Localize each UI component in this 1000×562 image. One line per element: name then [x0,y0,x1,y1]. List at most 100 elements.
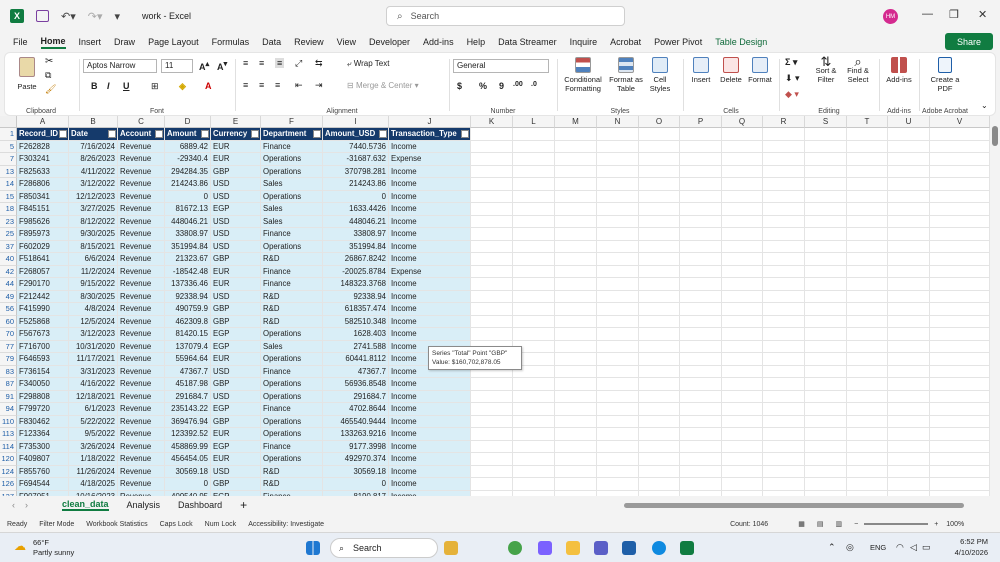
empty-cell[interactable] [847,153,888,166]
table-cell[interactable]: 92338.94 [165,290,211,303]
empty-cell[interactable] [847,140,888,153]
header-cell[interactable]: Amount_USD [323,128,389,141]
header-cell[interactable]: Currency [211,128,261,141]
empty-cell[interactable] [513,440,555,453]
empty-cell[interactable] [847,265,888,278]
header-cell[interactable]: Department [261,128,323,141]
table-cell[interactable]: 448046.21 [165,215,211,228]
empty-cell[interactable] [555,315,597,328]
header-cell[interactable]: Amount [165,128,211,141]
save-icon[interactable] [36,10,49,22]
empty-cell[interactable] [805,153,847,166]
conditional-formatting-button[interactable]: Conditional Formatting [561,57,605,93]
empty-cell[interactable] [513,153,555,166]
empty-cell[interactable] [680,165,722,178]
table-cell[interactable]: 4/18/2025 [69,478,118,491]
empty-cell[interactable] [888,453,930,466]
empty-cell[interactable] [930,215,990,228]
row-header[interactable]: 77 [0,340,17,353]
empty-cell[interactable] [763,478,805,491]
empty-cell[interactable] [847,215,888,228]
empty-cell[interactable] [597,453,639,466]
empty-cell[interactable] [805,415,847,428]
decrease-font-icon[interactable]: A▾ [217,59,227,72]
decrease-indent-icon[interactable]: ⇤ [295,80,303,91]
row-header[interactable]: 14 [0,178,17,191]
empty-cell[interactable] [763,465,805,478]
tab-review[interactable]: Review [294,37,324,47]
table-cell[interactable]: Income [389,253,471,266]
table-cell[interactable]: GBP [211,303,261,316]
table-cell[interactable]: Revenue [118,153,165,166]
table-cell[interactable]: Revenue [118,228,165,241]
format-cells-button[interactable]: Format [745,57,775,84]
table-cell[interactable]: Operations [261,328,323,341]
table-cell[interactable]: Income [389,415,471,428]
empty-cell[interactable] [888,328,930,341]
empty-cell[interactable] [722,390,763,403]
table-cell[interactable]: EUR [211,453,261,466]
table-cell[interactable]: GBP [211,478,261,491]
table-cell[interactable]: F262828 [17,140,69,153]
empty-cell[interactable] [680,253,722,266]
row-header[interactable]: 120 [0,453,17,466]
widgets-icon[interactable] [444,541,458,555]
empty-cell[interactable] [722,178,763,191]
empty-cell[interactable] [513,228,555,241]
empty-cell[interactable] [722,228,763,241]
table-cell[interactable]: 47367.7 [165,365,211,378]
clock-time[interactable]: 6:52 PM [948,537,988,546]
insert-cells-button[interactable]: Insert [687,57,715,84]
empty-cell[interactable] [722,215,763,228]
empty-cell[interactable] [597,478,639,491]
chrome-icon[interactable] [508,541,522,555]
empty-cell[interactable] [597,403,639,416]
empty-cell[interactable] [555,390,597,403]
table-cell[interactable]: 9177.3998 [323,440,389,453]
table-cell[interactable]: Revenue [118,203,165,216]
empty-cell[interactable] [639,465,680,478]
empty-cell[interactable] [722,353,763,366]
empty-cell[interactable] [639,140,680,153]
empty-cell[interactable] [471,203,513,216]
col-header[interactable]: A [17,116,69,128]
col-header[interactable]: D [165,116,211,128]
table-cell[interactable]: Revenue [118,278,165,291]
empty-cell[interactable] [597,465,639,478]
prev-sheet-icon[interactable]: ‹ [12,500,15,510]
row-header[interactable]: 44 [0,278,17,291]
table-cell[interactable]: Income [389,240,471,253]
table-cell[interactable]: 4/8/2024 [69,303,118,316]
row-header[interactable]: 70 [0,328,17,341]
col-header[interactable]: S [805,116,847,128]
empty-cell[interactable] [888,228,930,241]
table-cell[interactable]: R&D [261,290,323,303]
table-cell[interactable]: Finance [261,278,323,291]
header-cell[interactable]: Record_ID [17,128,69,141]
empty-cell[interactable] [888,428,930,441]
zoom-slider[interactable] [864,523,929,525]
table-cell[interactable]: Sales [261,178,323,191]
table-cell[interactable]: Income [389,278,471,291]
empty-cell[interactable] [597,228,639,241]
empty-cell[interactable] [763,340,805,353]
table-cell[interactable]: 4/16/2022 [69,378,118,391]
empty-cell[interactable] [847,290,888,303]
clear-icon[interactable]: ◆ ▾ [785,89,799,100]
empty-cell[interactable] [930,303,990,316]
empty-cell[interactable] [597,428,639,441]
table-cell[interactable]: -29340.4 [165,153,211,166]
empty-cell[interactable] [805,303,847,316]
empty-cell[interactable] [597,378,639,391]
close-icon[interactable]: ✕ [978,8,987,21]
empty-cell[interactable] [597,165,639,178]
table-cell[interactable]: 2741.588 [323,340,389,353]
empty-cell[interactable] [847,253,888,266]
table-cell[interactable]: Income [389,478,471,491]
empty-cell[interactable] [888,203,930,216]
empty-cell[interactable] [847,478,888,491]
table-cell[interactable]: USD [211,190,261,203]
empty-cell[interactable] [847,453,888,466]
empty-cell[interactable] [888,440,930,453]
empty-cell[interactable] [888,403,930,416]
